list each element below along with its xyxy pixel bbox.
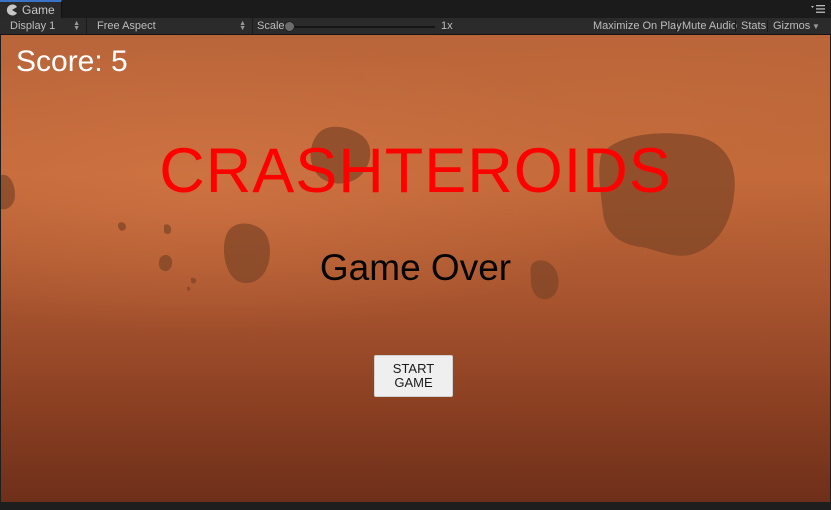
pacman-game-icon	[6, 4, 17, 16]
dropdown-arrows-icon: ▲ ▼	[73, 20, 80, 32]
score-label: Score: 5	[16, 45, 128, 78]
display-dropdown-label: Display 1	[10, 20, 56, 32]
toolbar-divider	[735, 20, 736, 32]
game-viewport[interactable]: Score: 5 CRASHTEROIDS Game Over START GA…	[1, 35, 830, 502]
aspect-dropdown[interactable]: Free Aspect ▲ ▼	[87, 18, 253, 34]
mute-audio-toggle[interactable]: Mute Audio	[682, 18, 737, 34]
game-over-label: Game Over	[319, 247, 512, 288]
gizmos-dropdown-arrow-icon[interactable]: ▼	[812, 18, 820, 34]
aspect-dropdown-label: Free Aspect	[97, 20, 156, 32]
dropdown-arrows-icon: ▲ ▼	[239, 20, 246, 32]
display-dropdown[interactable]: Display 1 ▲ ▼	[0, 18, 87, 34]
scale-slider-track[interactable]	[290, 26, 435, 28]
scale-slider-handle[interactable]	[284, 21, 295, 32]
game-title: CRASHTEROIDS	[159, 136, 672, 206]
game-tab-label: Game	[22, 3, 55, 17]
game-tab[interactable]: Game	[0, 0, 62, 18]
editor-tab-bar: Game	[0, 0, 831, 18]
stats-toggle[interactable]: Stats	[741, 18, 766, 34]
tab-menu-icon[interactable]	[811, 4, 825, 14]
scale-label: Scale	[257, 20, 285, 32]
gizmos-toggle[interactable]: Gizmos	[773, 18, 810, 34]
game-view-bottom-border	[0, 502, 831, 510]
start-game-button-label: START GAME	[392, 361, 435, 390]
toolbar-divider	[767, 20, 768, 32]
game-view-toolbar: Display 1 ▲ ▼ Free Aspect ▲ ▼ Scale 1x Max…	[0, 18, 831, 35]
asteroid	[117, 222, 126, 231]
scale-value: 1x	[441, 20, 453, 32]
asteroid	[164, 224, 172, 235]
toolbar-divider	[676, 20, 677, 32]
start-game-button[interactable]: START GAME	[374, 355, 453, 397]
maximize-on-play-toggle[interactable]: Maximize On Play	[593, 18, 682, 34]
